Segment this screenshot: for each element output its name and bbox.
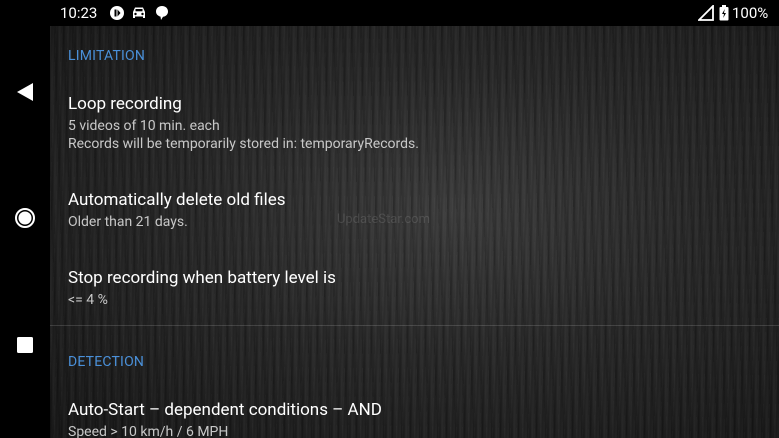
pref-auto-start[interactable]: Auto-Start – dependent conditions – AND …: [50, 388, 779, 438]
navigation-bar: [0, 26, 50, 438]
media-icon: [109, 5, 125, 21]
battery-icon: [719, 5, 729, 21]
home-button[interactable]: [13, 206, 37, 230]
chat-bubble-icon: [155, 5, 169, 21]
watermark-text: UpdateStar.com: [337, 212, 430, 227]
pref-battery-level[interactable]: Stop recording when battery level is <= …: [50, 256, 779, 322]
section-divider: [50, 325, 779, 326]
pref-title: Stop recording when battery level is: [68, 268, 336, 288]
pref-summary: <= 4 %: [68, 292, 108, 308]
pref-title: Auto-Start – dependent conditions – AND: [68, 400, 382, 420]
section-header-limitation: LIMITATION: [68, 48, 146, 64]
clock: 10:23: [60, 4, 98, 22]
back-triangle-icon: [17, 83, 33, 101]
signal-icon: [698, 5, 714, 21]
back-button[interactable]: [13, 80, 37, 104]
car-icon: [130, 5, 148, 21]
pref-summary: Speed > 10 km/h / 6 MPH: [68, 424, 229, 438]
home-circle-icon: [15, 208, 35, 228]
pref-summary: Older than 21 days.: [68, 214, 188, 230]
pref-auto-delete[interactable]: Automatically delete old files Older tha…: [50, 178, 779, 244]
section-header-detection: DETECTION: [68, 354, 145, 370]
recents-square-icon: [17, 337, 33, 353]
pref-summary: 5 videos of 10 min. each: [68, 118, 220, 134]
pref-title: Automatically delete old files: [68, 190, 286, 210]
pref-summary: Records will be temporarily stored in: t…: [68, 136, 419, 152]
pref-loop-recording[interactable]: Loop recording 5 videos of 10 min. each …: [50, 82, 779, 166]
status-bar: 10:23 100%: [0, 0, 779, 26]
recents-button[interactable]: [13, 333, 37, 357]
pref-title: Loop recording: [68, 94, 182, 114]
battery-percentage: 100%: [732, 4, 769, 22]
settings-list[interactable]: LIMITATION Loop recording 5 videos of 10…: [50, 26, 779, 438]
